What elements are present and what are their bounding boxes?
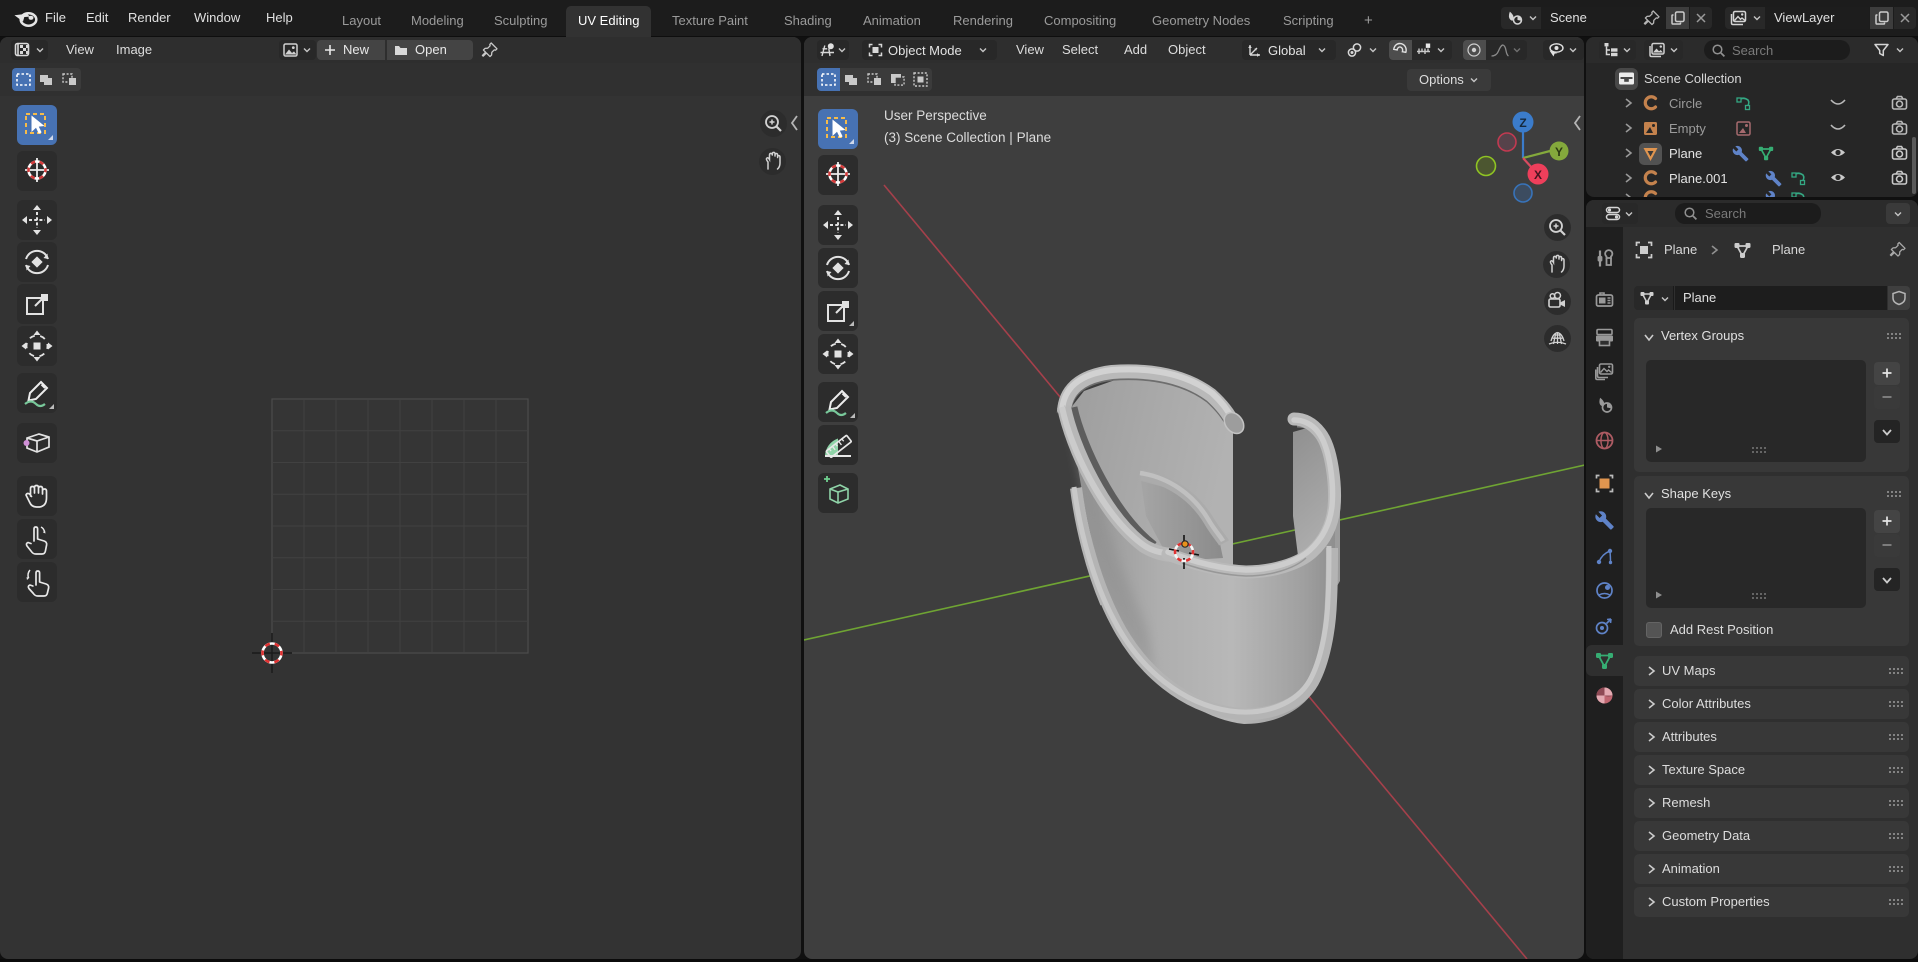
svg-text:X: X bbox=[1534, 168, 1542, 182]
svg-text:Z: Z bbox=[1519, 116, 1526, 130]
svg-text:Y: Y bbox=[1555, 145, 1563, 159]
